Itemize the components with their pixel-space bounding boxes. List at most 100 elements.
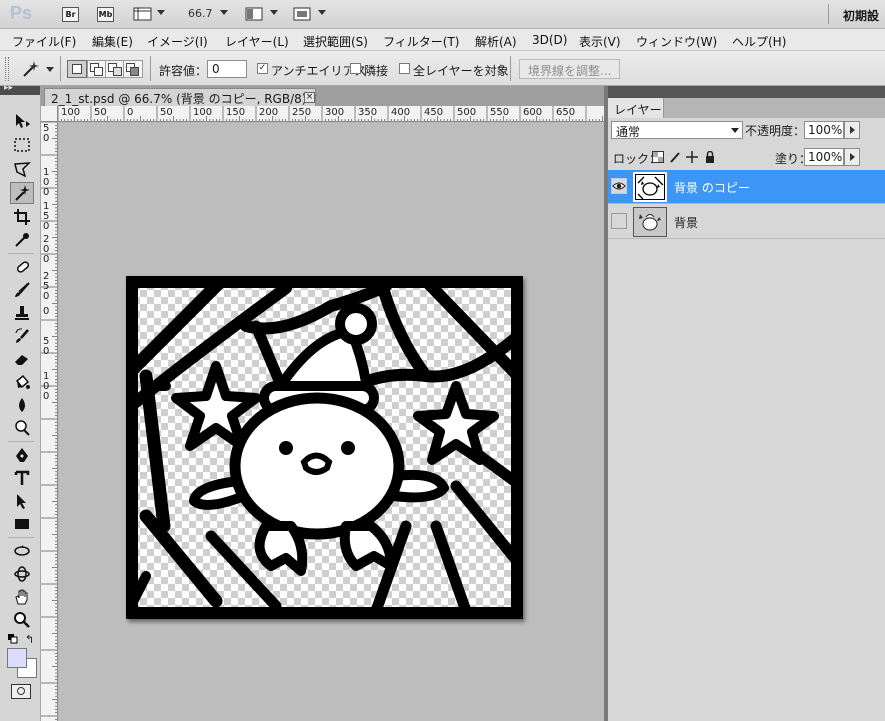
- vertical-ruler[interactable]: 5 0 1 0 0 1 5 0 2 0 0 2 5 0 0 5 0 1 0 0: [41, 122, 58, 721]
- eyedropper-tool-icon[interactable]: [10, 229, 34, 251]
- default-colors-icon[interactable]: [8, 633, 18, 647]
- ruler-label: 250: [292, 107, 312, 118]
- clone-stamp-tool-icon[interactable]: [10, 302, 34, 324]
- lock-all-icon[interactable]: [704, 150, 716, 163]
- eye-icon[interactable]: [611, 178, 627, 194]
- fill-slider-button[interactable]: [844, 148, 860, 166]
- 3d-rotate-tool-icon[interactable]: [10, 540, 34, 562]
- path-selection-tool-icon[interactable]: [10, 490, 34, 512]
- antialias-checkbox[interactable]: ✓: [257, 63, 268, 74]
- opacity-slider-button[interactable]: [844, 121, 860, 139]
- divider: [150, 56, 151, 81]
- tool-preset-icon[interactable]: [20, 59, 42, 82]
- lasso-tool-icon[interactable]: [10, 158, 34, 180]
- quick-mask-icon[interactable]: [11, 684, 31, 699]
- tab-layers[interactable]: レイヤー: [608, 98, 664, 118]
- lock-transparency-icon[interactable]: [652, 151, 664, 163]
- healing-brush-tool-icon[interactable]: [10, 256, 34, 278]
- layers-panel: レイヤー 通常 不透明度： 100% ロック： 塗り： 100% 背景 のコピー: [608, 86, 885, 721]
- ruler-label: 200: [259, 107, 279, 118]
- zoom-tool-icon[interactable]: [10, 609, 34, 631]
- visibility-toggle[interactable]: [611, 213, 627, 229]
- document-tab[interactable]: 2_1_st.psd @ 66.7% (背景 のコピー, RGB/8) * ×: [44, 88, 316, 106]
- foreground-color-swatch[interactable]: [7, 648, 27, 668]
- ruler-label: 0: [43, 133, 50, 144]
- intersect-selection-button[interactable]: [123, 60, 143, 78]
- magic-wand-tool-icon[interactable]: [10, 182, 34, 204]
- menu-3d[interactable]: 3D(D): [532, 33, 567, 47]
- type-tool-icon[interactable]: [10, 467, 34, 489]
- photoshop-window: Ps Br Mb 66.7 初期設 ファイル(F) 編集(E) イメージ(I) …: [0, 0, 885, 721]
- ruler-label: 600: [523, 107, 543, 118]
- menu-select[interactable]: 選択範囲(S): [303, 33, 368, 50]
- hand-tool-icon[interactable]: [10, 586, 34, 608]
- photoshop-logo: Ps: [10, 3, 33, 23]
- move-tool-icon[interactable]: [10, 110, 34, 132]
- rectangle-tool-icon[interactable]: [10, 513, 34, 535]
- tools-panel-header[interactable]: ▸▸: [0, 83, 40, 95]
- mini-bridge-button[interactable]: Mb: [97, 7, 114, 22]
- panel-header-bar[interactable]: [608, 86, 885, 98]
- menu-layer[interactable]: レイヤー(L): [225, 33, 289, 50]
- lock-position-icon[interactable]: [686, 151, 698, 163]
- tools-panel: ▸▸ ↰: [0, 83, 41, 721]
- layer-name[interactable]: 背景: [674, 214, 698, 231]
- ruler-label: 0: [43, 187, 50, 198]
- arrange-dropdown-icon[interactable]: [270, 10, 278, 15]
- menu-image[interactable]: イメージ(I): [147, 33, 208, 50]
- refine-edge-button[interactable]: 境界線を調整...: [519, 59, 621, 79]
- document-tab-bar: 2_1_st.psd @ 66.7% (背景 のコピー, RGB/8) * ×: [41, 86, 604, 106]
- blend-mode-value: 通常: [616, 125, 641, 139]
- zoom-level[interactable]: 66.7: [188, 7, 213, 20]
- new-selection-button[interactable]: [67, 60, 87, 78]
- menu-help[interactable]: ヘルプ(H): [732, 33, 786, 50]
- horizontal-ruler[interactable]: 100 50 0 50 100 150 200 250 300 350 400 …: [58, 106, 604, 122]
- marquee-tool-icon[interactable]: [10, 134, 34, 156]
- menu-file[interactable]: ファイル(F): [12, 33, 76, 50]
- menu-view[interactable]: 表示(V): [579, 33, 621, 50]
- view-extras-dropdown-icon[interactable]: [157, 10, 165, 15]
- menu-edit[interactable]: 編集(E): [92, 33, 133, 50]
- divider: [828, 4, 829, 24]
- all-layers-checkbox[interactable]: [399, 63, 410, 74]
- swap-colors-icon[interactable]: ↰: [25, 633, 34, 646]
- history-brush-tool-icon[interactable]: [10, 325, 34, 347]
- workspace-switcher[interactable]: 初期設: [843, 7, 879, 24]
- tolerance-input[interactable]: 0: [207, 60, 247, 78]
- layer-row-background-copy[interactable]: 背景 のコピー: [608, 170, 885, 204]
- view-extras-icon[interactable]: [133, 6, 155, 22]
- layer-name[interactable]: 背景 のコピー: [674, 179, 750, 196]
- add-to-selection-button[interactable]: [87, 60, 107, 78]
- menu-window[interactable]: ウィンドウ(W): [636, 33, 717, 50]
- fill-input[interactable]: 100%: [804, 148, 844, 166]
- screen-mode-icon[interactable]: [293, 6, 313, 22]
- layer-row-background[interactable]: 背景: [608, 205, 885, 239]
- canvas-area[interactable]: [59, 123, 604, 721]
- menu-analysis[interactable]: 解析(A): [475, 33, 517, 50]
- arrange-documents-icon[interactable]: [245, 6, 265, 22]
- contiguous-checkbox[interactable]: [350, 63, 361, 74]
- tool-preset-dropdown-icon[interactable]: [46, 67, 54, 72]
- blend-mode-select[interactable]: 通常: [611, 121, 743, 139]
- document-canvas[interactable]: [126, 276, 523, 619]
- menu-filter[interactable]: フィルター(T): [383, 33, 459, 50]
- eraser-tool-icon[interactable]: [10, 348, 34, 370]
- 3d-orbit-tool-icon[interactable]: [10, 563, 34, 585]
- zoom-dropdown-icon[interactable]: [220, 10, 228, 15]
- ruler-origin[interactable]: [41, 106, 58, 122]
- options-grip[interactable]: [5, 57, 9, 81]
- bridge-button[interactable]: Br: [62, 7, 79, 22]
- subtract-from-selection-button[interactable]: [105, 60, 125, 78]
- ruler-label: 400: [391, 107, 411, 118]
- screen-mode-dropdown-icon[interactable]: [318, 10, 326, 15]
- layer-thumbnail: [633, 172, 667, 202]
- blur-tool-icon[interactable]: [10, 394, 34, 416]
- paint-bucket-tool-icon[interactable]: [10, 371, 34, 393]
- brush-tool-icon[interactable]: [10, 279, 34, 301]
- crop-tool-icon[interactable]: [10, 206, 34, 228]
- pen-tool-icon[interactable]: [10, 444, 34, 466]
- close-document-icon[interactable]: ×: [304, 92, 315, 103]
- opacity-input[interactable]: 100%: [804, 121, 844, 139]
- lock-image-pixels-icon[interactable]: [669, 151, 681, 163]
- dodge-tool-icon[interactable]: [10, 417, 34, 439]
